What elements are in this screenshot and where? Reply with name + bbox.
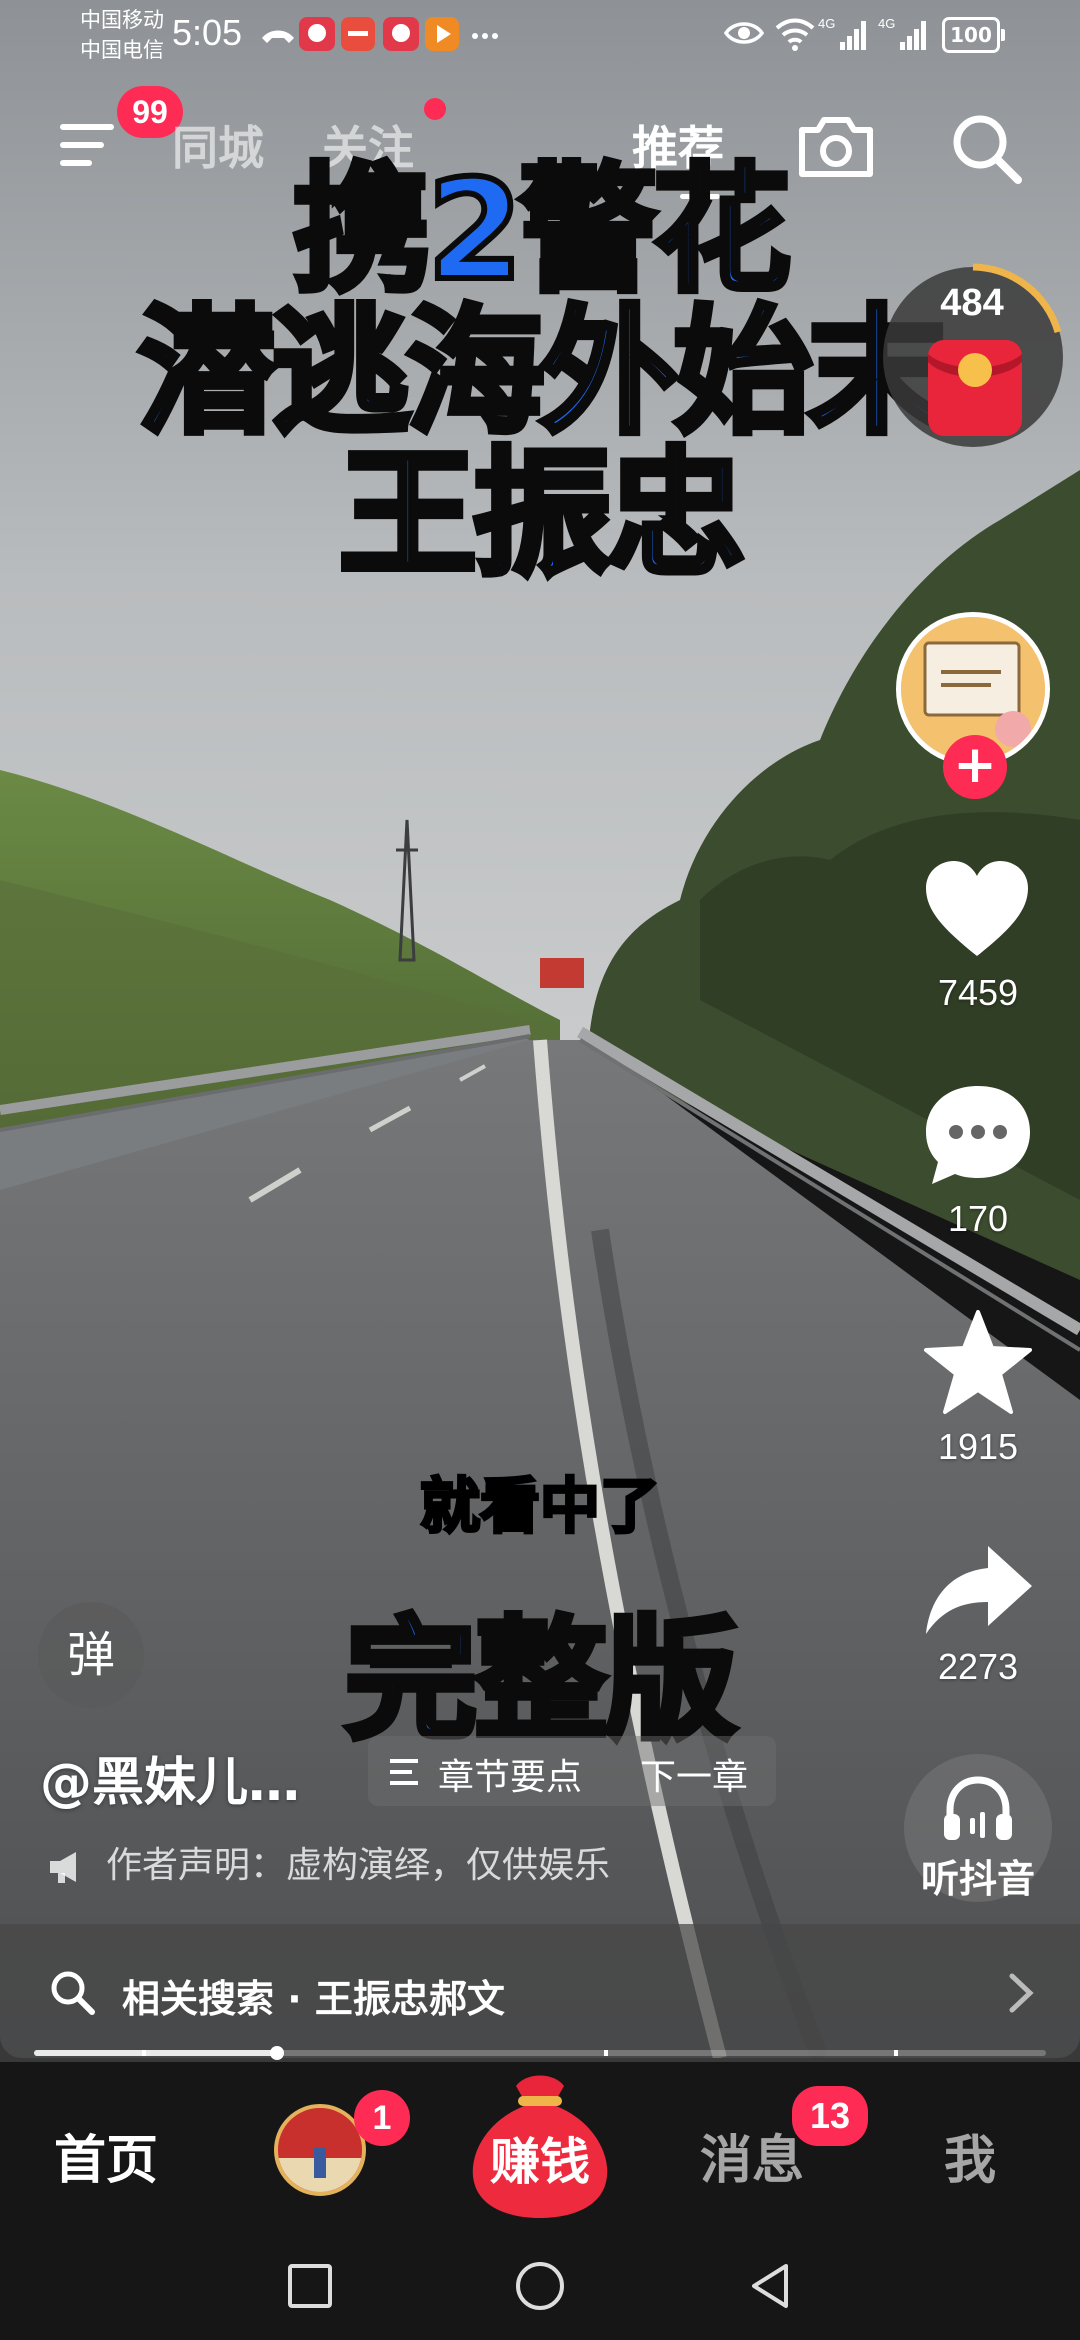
messages-badge: 13 bbox=[792, 2086, 868, 2146]
tab-messages[interactable]: 消息 bbox=[700, 2118, 804, 2193]
related-search-text: 相关搜索 · 王振忠郝文 bbox=[122, 1977, 505, 2021]
red-packet-count: 484 bbox=[940, 282, 1004, 324]
tab-local[interactable]: 同城 bbox=[172, 118, 264, 178]
carrier-1: 中国移动 bbox=[80, 8, 164, 32]
danmu-button[interactable]: 弹 bbox=[38, 1602, 144, 1708]
active-tab-indicator bbox=[680, 194, 720, 199]
complete-version-label: 完整版 bbox=[342, 1603, 740, 1759]
chapter-marker bbox=[604, 2050, 608, 2056]
signal-1-icon: 4G bbox=[818, 16, 866, 50]
recents-icon[interactable] bbox=[282, 2258, 338, 2314]
status-bar: 中国移动 中国电信 5:05 4G 4G 100 bbox=[0, 0, 1080, 70]
video-app-icon bbox=[425, 17, 459, 51]
app-notification-icon-2 bbox=[383, 17, 419, 51]
progress-thumb[interactable] bbox=[270, 2046, 284, 2060]
menu-button[interactable] bbox=[56, 118, 116, 172]
wifi-icon bbox=[775, 18, 815, 51]
friend-avatar-image bbox=[278, 2108, 362, 2192]
megaphone-icon bbox=[50, 1852, 76, 1883]
network-2-label: 4G bbox=[878, 16, 895, 31]
chapter-marker bbox=[142, 2050, 146, 2056]
listen-label: 听抖音 bbox=[920, 1857, 1035, 1901]
camera-icon[interactable] bbox=[794, 110, 878, 182]
chapter-points-button[interactable]: 章节要点 bbox=[438, 1748, 582, 1800]
tab-recommend[interactable]: 推荐 bbox=[632, 118, 724, 178]
chevron-right-icon bbox=[1009, 1973, 1034, 2013]
menu-line bbox=[60, 124, 114, 130]
eye-comfort-icon bbox=[724, 22, 764, 44]
author-name[interactable]: @黑妹儿… bbox=[40, 1740, 300, 1815]
favorite-star-icon[interactable] bbox=[922, 1308, 1034, 1416]
search-icon bbox=[51, 1971, 95, 2015]
menu-line bbox=[60, 160, 92, 166]
tab-me[interactable]: 我 bbox=[944, 2118, 996, 2193]
video-progress-bar[interactable] bbox=[34, 2046, 1046, 2060]
more-notifications-icon bbox=[472, 33, 498, 39]
battery-indicator: 100 bbox=[942, 17, 1005, 53]
tab-friend-avatar[interactable] bbox=[274, 2104, 366, 2196]
bottom-tab-bar: 首页 1 赚钱 消息 13 我 bbox=[0, 2062, 1080, 2230]
system-nav-bar bbox=[0, 2230, 1080, 2340]
clock: 5:05 bbox=[172, 12, 243, 53]
huawei-app-icon bbox=[341, 17, 375, 51]
like-count: 7459 bbox=[937, 972, 1019, 1013]
missed-call-icon bbox=[262, 30, 294, 43]
heart-icon[interactable] bbox=[922, 858, 1032, 962]
tab-home[interactable]: 首页 bbox=[54, 2118, 158, 2193]
progress-fill bbox=[34, 2050, 277, 2056]
network-1-label: 4G bbox=[818, 16, 835, 31]
search-icon[interactable] bbox=[948, 110, 1026, 186]
friend-badge: 1 bbox=[354, 2090, 410, 2146]
back-icon[interactable] bbox=[742, 2258, 798, 2314]
home-circle-icon[interactable] bbox=[512, 2258, 568, 2314]
following-new-dot bbox=[424, 98, 446, 120]
chapter-controls: 章节要点 下一章 bbox=[368, 1736, 776, 1806]
video-subtitle: 就看中了 bbox=[419, 1471, 662, 1544]
comment-icon[interactable] bbox=[922, 1082, 1034, 1188]
next-chapter-button[interactable]: 下一章 bbox=[640, 1748, 748, 1800]
comment-count: 170 bbox=[947, 1198, 1009, 1239]
chapter-list-icon bbox=[390, 1759, 418, 1785]
app-notification-icon bbox=[299, 17, 335, 51]
screen: 中国移动 中国电信 5:05 4G 4G 100 99 同城 关注 推荐 携2警… bbox=[0, 0, 1080, 2340]
chapter-marker bbox=[894, 2050, 898, 2056]
related-search-bar[interactable]: 相关搜索 · 王振忠郝文 bbox=[0, 1924, 1080, 2062]
signal-2-icon: 4G bbox=[878, 16, 926, 50]
earn-label: 赚钱 bbox=[490, 2133, 590, 2191]
carrier-2: 中国电信 bbox=[80, 38, 164, 62]
author-declaration: 作者声明：虚构演绎，仅供娱乐 bbox=[46, 1836, 610, 1888]
menu-line bbox=[60, 142, 104, 148]
author-declaration-text: 作者声明：虚构演绎，仅供娱乐 bbox=[106, 1845, 611, 1886]
follow-button[interactable]: + bbox=[943, 735, 1007, 799]
tab-following[interactable]: 关注 bbox=[322, 118, 414, 178]
